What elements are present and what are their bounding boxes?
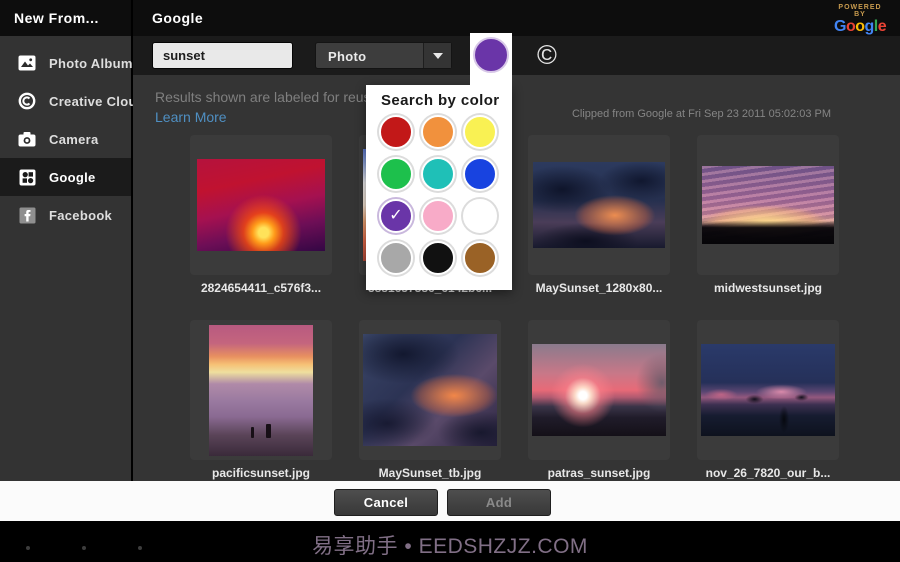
facebook-icon bbox=[18, 206, 36, 224]
result-thumbnail[interactable] bbox=[528, 320, 670, 460]
result-type-dropdown[interactable]: Photo bbox=[315, 42, 452, 69]
copyright-license-icon[interactable]: © bbox=[531, 38, 563, 72]
sidebar-titlebar: New From... bbox=[0, 0, 131, 36]
result-thumbnail[interactable] bbox=[697, 135, 839, 275]
powered-by-google-logo: POWERED BY Google bbox=[834, 4, 886, 36]
chevron-down-icon bbox=[433, 53, 443, 59]
color-swatch-red[interactable] bbox=[379, 115, 413, 149]
google-icon bbox=[18, 168, 36, 186]
sidebar: Photo Albums Creative Cloud Camera Googl… bbox=[0, 36, 131, 481]
app-window: New From... Google POWERED BY Google Pho… bbox=[0, 0, 900, 562]
source-title: Google bbox=[152, 10, 203, 26]
sidebar-item-label: Google bbox=[49, 170, 96, 185]
thumbnail-filename: pacificsunset.jpg bbox=[190, 466, 332, 480]
main-titlebar: Google POWERED BY Google bbox=[133, 0, 900, 36]
footer-bar: Cancel Add bbox=[0, 481, 900, 521]
result-type-selected: Photo bbox=[328, 49, 366, 64]
color-swatch-teal[interactable] bbox=[421, 157, 455, 191]
thumbnail-filename: midwestsunset.jpg bbox=[697, 281, 839, 295]
photo-albums-icon bbox=[18, 54, 36, 72]
thumbnail-photo bbox=[363, 334, 497, 446]
cancel-button[interactable]: Cancel bbox=[334, 489, 438, 516]
color-swatch-orange[interactable] bbox=[421, 115, 455, 149]
thumbnail-filename: patras_sunset.jpg bbox=[528, 466, 670, 480]
sidebar-item-facebook[interactable]: Facebook bbox=[0, 196, 131, 234]
sidebar-item-google[interactable]: Google bbox=[0, 158, 131, 196]
color-swatch-gray[interactable] bbox=[379, 241, 413, 275]
thumbnail-filename: nov_26_7820_our_b... bbox=[697, 466, 839, 480]
thumbnail-photo bbox=[209, 325, 313, 456]
powered-by-label: POWERED BY bbox=[834, 4, 886, 18]
camera-icon bbox=[18, 130, 36, 148]
results-panel: Results shown are labeled for reuse with… bbox=[133, 75, 900, 481]
dialog-title: New From... bbox=[14, 10, 99, 26]
watermark-text: 易享助手 • EEDSHZJZ.COM bbox=[0, 530, 900, 560]
sidebar-item-label: Photo Albums bbox=[49, 56, 140, 71]
thumbnail-photo bbox=[701, 344, 835, 436]
thumbnail-photo bbox=[533, 162, 665, 248]
dropdown-arrow-button[interactable] bbox=[423, 43, 451, 68]
thumbnail-photo bbox=[197, 159, 325, 251]
color-swatch-grid: ✓ bbox=[379, 115, 499, 275]
color-swatch-pink[interactable] bbox=[421, 199, 455, 233]
thumbnail-filename: MaySunset_1280x80... bbox=[528, 281, 670, 295]
result-thumbnail[interactable] bbox=[190, 135, 332, 275]
thumbnail-filename: MaySunset_tb.jpg bbox=[359, 466, 501, 480]
color-swatch-yellow[interactable] bbox=[463, 115, 497, 149]
color-swatch-blue[interactable] bbox=[463, 157, 497, 191]
sidebar-item-label: Creative Cloud bbox=[49, 94, 145, 109]
color-swatch-green[interactable] bbox=[379, 157, 413, 191]
learn-more-link[interactable]: Learn More bbox=[155, 109, 227, 125]
result-thumbnail[interactable] bbox=[190, 320, 332, 460]
google-logo: Google bbox=[834, 18, 886, 35]
search-toolbar: Photo © bbox=[133, 36, 900, 75]
sidebar-item-label: Facebook bbox=[49, 208, 112, 223]
result-thumbnail[interactable] bbox=[528, 135, 670, 275]
result-thumbnail[interactable] bbox=[697, 320, 839, 460]
sidebar-item-creative-cloud[interactable]: Creative Cloud bbox=[0, 82, 131, 120]
color-swatch-black[interactable] bbox=[421, 241, 455, 275]
thumbnail-photo bbox=[702, 166, 834, 244]
color-filter-button[interactable] bbox=[470, 33, 512, 85]
search-input[interactable] bbox=[152, 42, 293, 69]
sidebar-item-photo-albums[interactable]: Photo Albums bbox=[0, 44, 131, 82]
popup-title: Search by color bbox=[381, 92, 500, 109]
color-swatch-purple[interactable]: ✓ bbox=[379, 199, 413, 233]
color-swatch-brown[interactable] bbox=[463, 241, 497, 275]
selected-color-swatch[interactable] bbox=[473, 37, 509, 73]
check-icon: ✓ bbox=[389, 208, 402, 224]
creative-cloud-icon bbox=[18, 92, 36, 110]
color-swatch-white[interactable] bbox=[463, 199, 497, 233]
thumbnail-photo bbox=[532, 344, 666, 436]
sidebar-item-label: Camera bbox=[49, 132, 99, 147]
sidebar-item-camera[interactable]: Camera bbox=[0, 120, 131, 158]
result-thumbnail[interactable] bbox=[359, 320, 501, 460]
system-bar: 易享助手 • EEDSHZJZ.COM bbox=[0, 521, 900, 562]
add-button[interactable]: Add bbox=[447, 489, 551, 516]
clip-timestamp: Clipped from Google at Fri Sep 23 2011 0… bbox=[572, 108, 831, 120]
thumbnail-filename: 2824654411_c576f3... bbox=[190, 281, 332, 295]
search-by-color-popup: Search by color ✓ bbox=[366, 85, 512, 290]
